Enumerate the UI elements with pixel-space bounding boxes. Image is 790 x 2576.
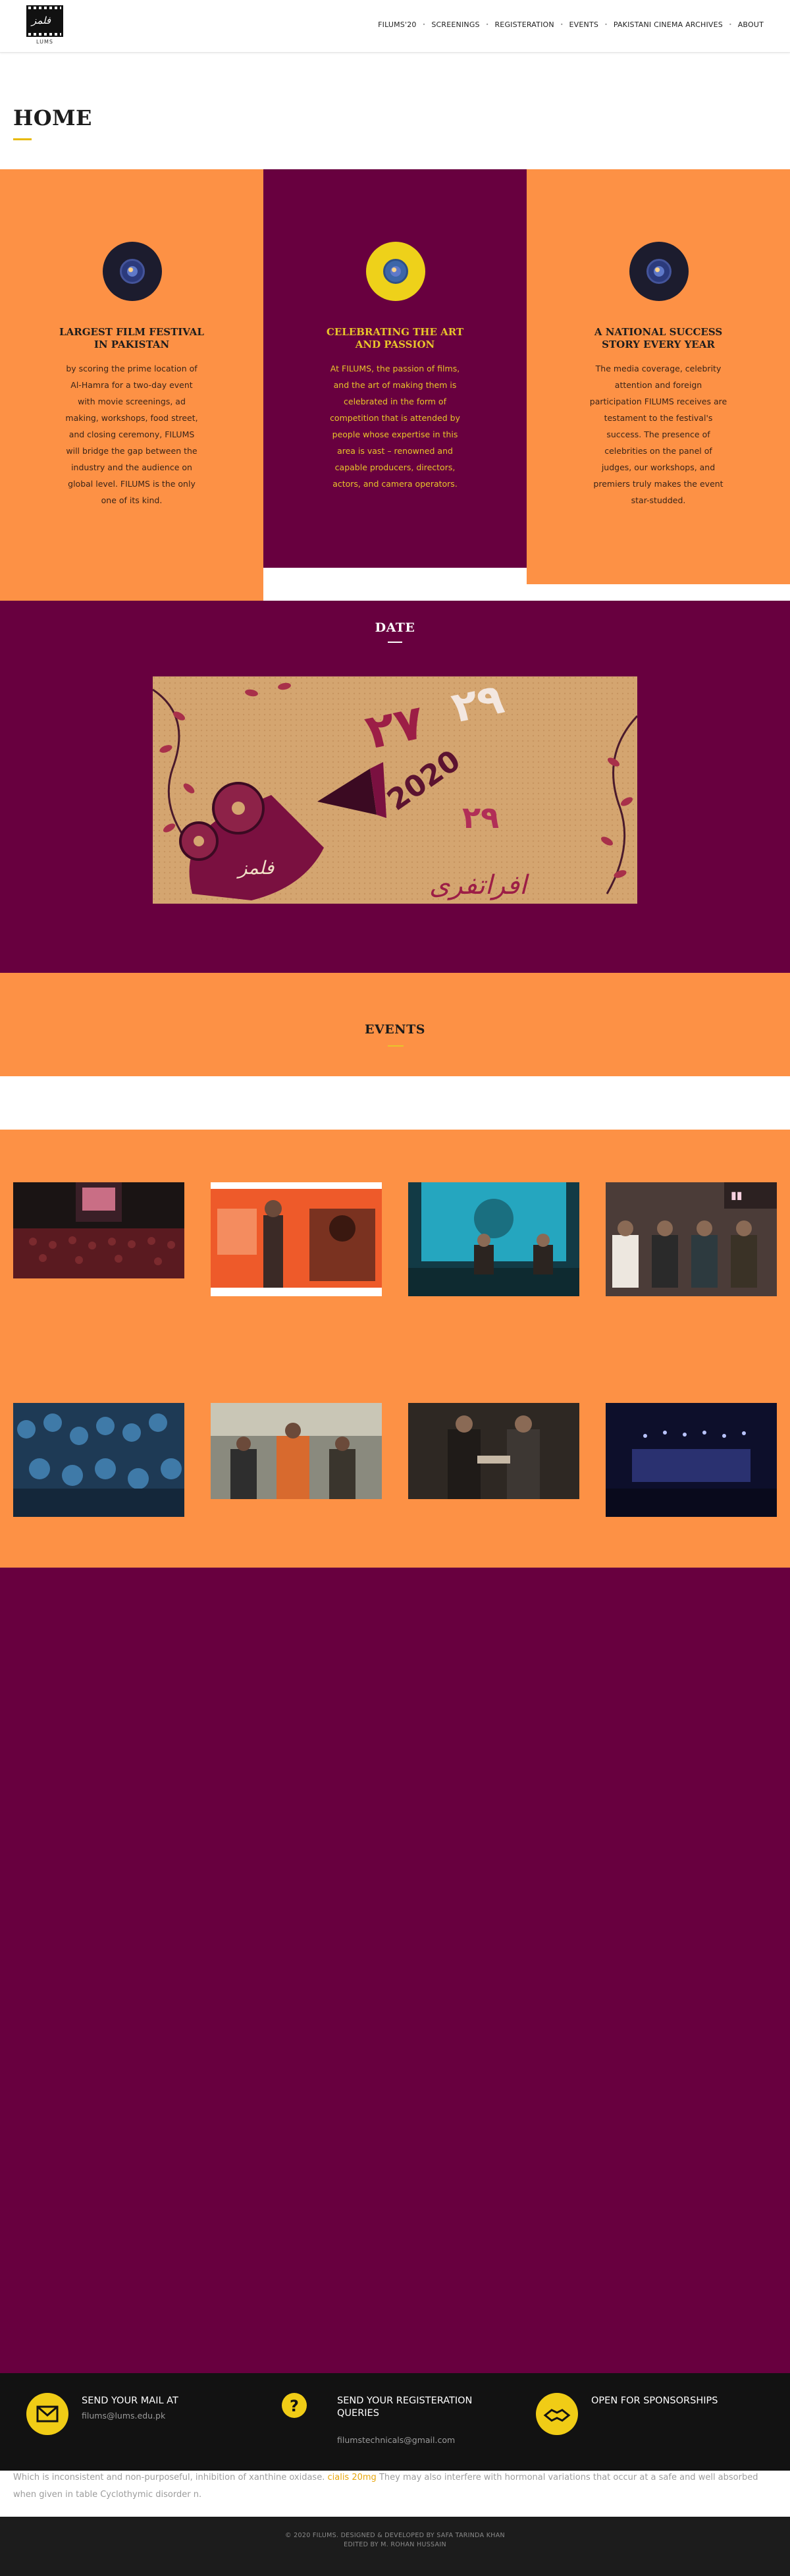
feature-title: CELEBRATING THE ART AND PASSION	[326, 326, 464, 350]
events-gallery: ▮▮	[0, 1130, 790, 1568]
heading-underline	[388, 642, 402, 643]
feature-title: A NATIONAL SUCCESS STORY EVERY YEAR	[594, 326, 723, 350]
mail-value-link[interactable]: filums@lums.edu.pk	[82, 2411, 165, 2421]
event-photo-concert[interactable]	[606, 1403, 777, 1517]
film-reel-icon	[103, 242, 162, 301]
event-photo-auditorium[interactable]	[13, 1182, 184, 1278]
nav-separator: •	[728, 22, 732, 28]
nav-separator: •	[560, 22, 564, 28]
feature-title: LARGEST FILM FESTIVAL IN PAKISTAN	[59, 326, 204, 350]
filums-logo[interactable]: فلمز LUMS	[26, 5, 63, 46]
event-photo-outdoor-group[interactable]	[211, 1403, 382, 1499]
main-nav: FILUMS'20 • SCREENINGS • REGISTERATION •…	[378, 20, 764, 29]
mail-label: SEND YOUR MAIL AT	[82, 2396, 178, 2406]
logo-script: فلمز	[32, 14, 51, 26]
copyright-line: © 2020 FILUMS. DESIGNED & DEVELOPED BY S…	[285, 2532, 505, 2539]
handshake-icon	[536, 2393, 578, 2435]
promo-text-before: Which is inconsistent and non-purposeful…	[13, 2473, 325, 2482]
registration-value-link[interactable]: filumstechnicals@gmail.com	[337, 2435, 455, 2445]
nav-registeration[interactable]: REGISTERATION	[494, 20, 554, 29]
nav-separator: •	[604, 22, 608, 28]
svg-text:فلمز: فلمز	[236, 857, 275, 879]
film-reel-icon	[366, 242, 425, 301]
nav-about[interactable]: ABOUT	[738, 20, 764, 29]
festival-date-poster: فلمز ۲۷ ۲۹ 2020 ۲۹ افراتفری	[153, 676, 637, 904]
nav-separator: •	[485, 22, 489, 28]
envelope-icon	[26, 2393, 68, 2435]
promo-link[interactable]: cialis 20mg	[327, 2473, 376, 2482]
heading-underline	[388, 1045, 404, 1047]
feature-text: The media coverage, celebrity attention …	[589, 364, 727, 505]
feature-text: by scoring the prime location of Al-Hamr…	[65, 364, 198, 505]
event-photo-handshake[interactable]	[408, 1403, 579, 1499]
contact-strip: SEND YOUR MAIL AT filums@lums.edu.pk ? S…	[0, 2373, 790, 2471]
feature-text: At FILUMS, the passion of films, and the…	[330, 364, 460, 489]
date-heading: DATE	[375, 620, 415, 635]
svg-text:۲۹: ۲۹	[462, 800, 499, 835]
editor-credit-line: EDITED BY M. ROHAN HUSSAIN	[344, 2541, 446, 2548]
title-underline	[13, 138, 32, 140]
date-section: DATE فلمز ۲۷ ۲۹ 2020 ۲۹ افراتفری	[0, 601, 790, 973]
logo-subtitle: LUMS	[36, 39, 53, 45]
film-reel-icon	[629, 242, 689, 301]
nav-filums20[interactable]: FILUMS'20	[378, 20, 417, 29]
feature-column-largest-festival: LARGEST FILM FESTIVAL IN PAKISTAN by sco…	[0, 169, 263, 601]
copyright-footer: © 2020 FILUMS. DESIGNED & DEVELOPED BY S…	[0, 2517, 790, 2576]
svg-text:افراتفری: افراتفری	[429, 870, 529, 900]
svg-text:۲۷: ۲۷	[361, 694, 429, 759]
feature-column-national-success: A NATIONAL SUCCESS STORY EVERY YEAR The …	[527, 169, 790, 584]
svg-text:?: ?	[290, 2397, 299, 2415]
nav-pakistani-cinema-archives[interactable]: PAKISTANI CINEMA ARCHIVES	[614, 20, 723, 29]
sponsorship-label: OPEN FOR SPONSORSHIPS	[591, 2396, 718, 2406]
svg-text:▮▮: ▮▮	[731, 1189, 743, 1201]
events-heading: EVENTS	[365, 1022, 425, 1037]
event-photo-guests-seated[interactable]: ▮▮	[606, 1182, 777, 1296]
page-title: HOME	[13, 105, 92, 130]
film-strip-logo-icon: فلمز	[26, 5, 63, 37]
event-photo-panel-stage[interactable]	[408, 1182, 579, 1296]
feature-column-art-passion: CELEBRATING THE ART AND PASSION At FILUM…	[263, 169, 527, 568]
registration-label: SEND YOUR REGISTERATION QUERIES	[337, 2396, 473, 2419]
promo-paragraph: Which is inconsistent and non-purposeful…	[13, 2469, 777, 2504]
site-header: فلمز LUMS FILUMS'20 • SCREENINGS • REGIS…	[0, 0, 790, 53]
events-heading-section: EVENTS	[0, 973, 790, 1076]
nav-events[interactable]: EVENTS	[569, 20, 599, 29]
maroon-spacer-section	[0, 1568, 790, 2373]
nav-screenings[interactable]: SCREENINGS	[431, 20, 479, 29]
nav-separator: •	[422, 22, 426, 28]
event-photo-crowd-cheering[interactable]	[13, 1403, 184, 1517]
event-photo-speaker[interactable]	[211, 1182, 382, 1296]
question-icon: ?	[282, 2393, 307, 2418]
